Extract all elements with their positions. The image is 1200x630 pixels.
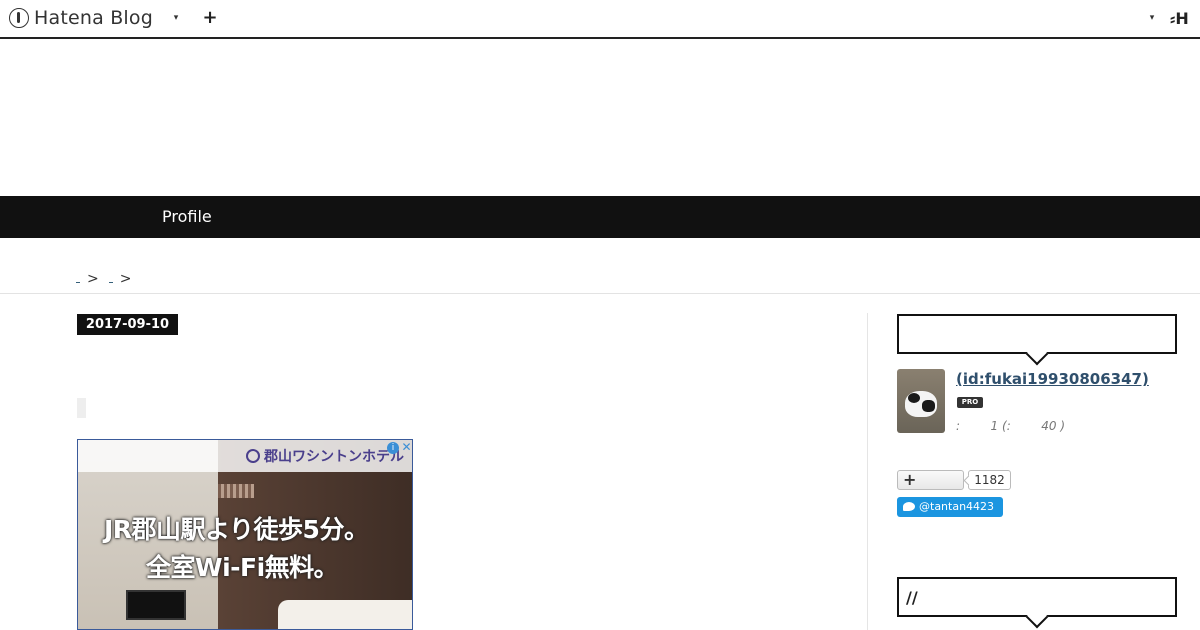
hatena-right-logo-text: H [1175,9,1189,28]
twitter-handle: @tantan4423 [919,500,995,513]
user-menu-caret-icon[interactable]: ▾ [1143,9,1161,27]
column-divider [867,313,868,630]
twitter-bird-icon [903,502,915,511]
advertisement-banner[interactable]: 郡山ワシントンホテル i ✕ JR郡山駅より徒歩5分。 全室Wi-Fi無料。 [77,439,413,630]
entry-title-placeholder [77,398,86,418]
follower-count-badge: 1182 [968,470,1011,490]
global-navigation: Profile [0,196,1200,238]
hatena-blog-brand-link[interactable]: Hatena Blog [9,6,153,30]
pro-badge: PRO [957,397,983,408]
profile-id-link[interactable]: (id:fukai19930806347) [956,370,1149,388]
nav-link-profile[interactable]: Profile [162,207,212,226]
sidebar-module-title: // [897,577,1177,617]
hatena-right-logo[interactable]: ⸗H [1170,9,1189,29]
ad-bed-graphic [278,600,412,629]
hotel-logo-icon [246,449,260,463]
follow-button[interactable]: + [897,470,964,490]
ad-headline-line2: 全室Wi-Fi無料。 [146,553,339,582]
breadcrumb-link-category[interactable] [108,281,113,283]
twitter-follow-button[interactable]: @tantan4423 [897,497,1003,517]
global-header: Hatena Blog ▾ + ▾ ⸗H [0,0,1200,39]
ad-hotel-name-text: 郡山ワシントンホテル [264,449,404,465]
profile-avatar[interactable] [897,369,945,433]
breadcrumb-separator: > [87,271,99,287]
entry-date-link[interactable]: 2017-09-10 [77,314,178,335]
profile-module-title [897,314,1177,354]
ad-hotel-name: 郡山ワシントンホテル [246,446,404,466]
hatena-logo-icon [9,8,29,28]
ad-info-icon[interactable]: i [387,442,399,454]
add-entry-button[interactable]: + [201,8,219,28]
brand-name: Hatena Blog [34,7,153,29]
profile-stats: : 1 (: 40 ) [956,419,1066,433]
ad-tv-graphic [126,590,186,620]
breadcrumb-separator: > [119,271,132,287]
breadcrumb-divider [0,293,1200,294]
cat-photo-graphic [905,391,937,417]
ad-vent-graphic [218,484,254,498]
ad-close-icon[interactable]: ✕ [400,440,412,454]
brand-menu-caret-icon[interactable]: ▾ [167,9,185,27]
blog-header-area [0,39,1200,196]
breadcrumb: > > [76,271,141,287]
breadcrumb-link-home[interactable] [76,281,80,283]
ad-headline-line1: JR郡山駅より徒歩5分。 [104,515,369,544]
